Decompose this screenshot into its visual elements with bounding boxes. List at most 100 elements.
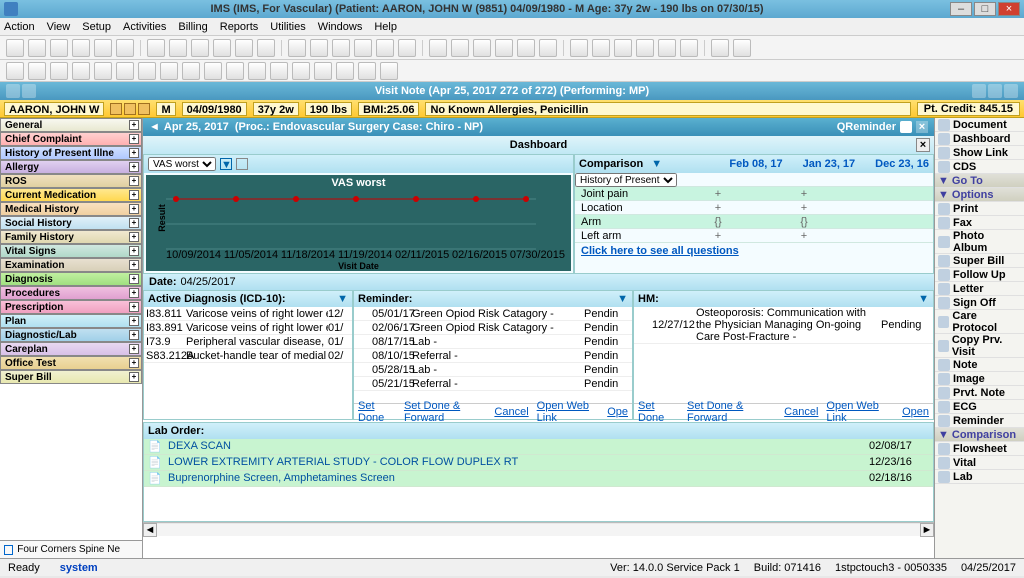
dashboard-close-icon[interactable]: × <box>916 138 930 152</box>
diag-row[interactable]: I73.9Peripheral vascular disease, unspec… <box>144 335 352 349</box>
lab-row[interactable]: 📄DEXA SCAN02/08/17 <box>144 439 933 455</box>
toolbar-button[interactable] <box>310 39 328 57</box>
subtoolbar-button[interactable] <box>292 62 310 80</box>
expand-icon[interactable]: + <box>129 176 139 186</box>
expand-icon[interactable]: + <box>129 134 139 144</box>
rnav-note[interactable]: Note <box>935 358 1024 372</box>
nav-social-history[interactable]: Social History+ <box>0 216 142 230</box>
hm-action[interactable]: Set Done <box>638 400 679 424</box>
hm-action[interactable]: Open <box>902 406 929 418</box>
subtoolbar-button[interactable] <box>6 62 24 80</box>
expand-icon[interactable]: + <box>129 344 139 354</box>
subtoolbar-button[interactable] <box>226 62 244 80</box>
toolbar-button[interactable] <box>235 39 253 57</box>
hm-row[interactable]: 12/27/12Osteoporosis: Communication with… <box>634 307 933 344</box>
expand-icon[interactable]: + <box>129 190 139 200</box>
rnav-options[interactable]: ▼ Options <box>935 188 1024 202</box>
rnav-vital[interactable]: Vital <box>935 456 1024 470</box>
diag-row[interactable]: I83.811Varicose veins of right lower ext… <box>144 307 352 321</box>
toolbar-button[interactable] <box>517 39 535 57</box>
rnav-photo-album[interactable]: Photo Album <box>935 230 1024 254</box>
comp-date[interactable]: Jan 23, 17 <box>803 158 856 170</box>
rnav-sign-off[interactable]: Sign Off <box>935 296 1024 310</box>
nav-allergy[interactable]: Allergy+ <box>0 160 142 174</box>
toolbar-button[interactable] <box>28 39 46 57</box>
toolbar-button[interactable] <box>257 39 275 57</box>
toolbar-button[interactable] <box>733 39 751 57</box>
rnav-letter[interactable]: Letter <box>935 282 1024 296</box>
toolbar-button[interactable] <box>288 39 306 57</box>
toolbar-button[interactable] <box>354 39 372 57</box>
toolbar-button[interactable] <box>570 39 588 57</box>
diag-row[interactable]: S83.212ABucket-handle tear of medial men… <box>144 349 352 363</box>
subtoolbar-button[interactable] <box>358 62 376 80</box>
rnav-document[interactable]: Document <box>935 118 1024 132</box>
expand-icon[interactable]: + <box>129 232 139 242</box>
scroll-track[interactable] <box>157 524 920 536</box>
nav-current-medication[interactable]: Current Medication+ <box>0 188 142 202</box>
menu-action[interactable]: Action <box>4 21 35 33</box>
toolbar-button[interactable] <box>376 39 394 57</box>
nav-general[interactable]: General+ <box>0 118 142 132</box>
toolbar-button[interactable] <box>50 39 68 57</box>
nav-chief-complaint[interactable]: Chief Complaint+ <box>0 132 142 146</box>
hm-action[interactable]: Set Done & Forward <box>687 400 776 424</box>
toolbar-button[interactable] <box>473 39 491 57</box>
toolbar-button[interactable] <box>711 39 729 57</box>
rnav-fax[interactable]: Fax <box>935 216 1024 230</box>
proc-nav-icon[interactable]: ◄ <box>149 121 160 133</box>
expand-icon[interactable]: + <box>129 302 139 312</box>
rem-action[interactable]: Set Done <box>358 400 396 424</box>
expand-icon[interactable]: + <box>129 148 139 158</box>
reminder-row[interactable]: 05/21/15Referral -Pendin <box>354 377 632 391</box>
vh-max-icon[interactable] <box>988 84 1002 98</box>
nav-plan[interactable]: Plan+ <box>0 314 142 328</box>
nav-careplan[interactable]: Careplan+ <box>0 342 142 356</box>
menu-setup[interactable]: Setup <box>82 21 111 33</box>
maximize-button[interactable]: □ <box>974 2 996 16</box>
rnav-lab[interactable]: Lab <box>935 470 1024 484</box>
expand-icon[interactable]: + <box>129 330 139 340</box>
subtoolbar-button[interactable] <box>138 62 156 80</box>
scroll-right-icon[interactable]: ► <box>920 523 934 537</box>
rnav-flowsheet[interactable]: Flowsheet <box>935 442 1024 456</box>
nav-diagnostic/lab[interactable]: Diagnostic/Lab+ <box>0 328 142 342</box>
expand-icon[interactable]: + <box>129 288 139 298</box>
rnav-care-protocol[interactable]: Care Protocol <box>935 310 1024 334</box>
toolbar-button[interactable] <box>614 39 632 57</box>
expand-icon[interactable]: + <box>129 162 139 172</box>
rem-action[interactable]: Ope <box>607 406 628 418</box>
subtoolbar-button[interactable] <box>314 62 332 80</box>
diag-row[interactable]: I83.891Varicose veins of right lower ext… <box>144 321 352 335</box>
facility-field[interactable] <box>17 544 138 555</box>
expand-icon[interactable]: + <box>129 218 139 228</box>
reminder-row[interactable]: 05/28/15Lab -Pendin <box>354 363 632 377</box>
adiag-filter-icon[interactable]: ▼ <box>337 293 348 305</box>
subtoolbar-button[interactable] <box>270 62 288 80</box>
toolbar-button[interactable] <box>6 39 24 57</box>
subtoolbar-button[interactable] <box>336 62 354 80</box>
nav-history-of-present-illne[interactable]: History of Present Illne+ <box>0 146 142 160</box>
rnav-copy-prv-visit[interactable]: Copy Prv. Visit <box>935 334 1024 358</box>
menu-activities[interactable]: Activities <box>123 21 166 33</box>
rnav-reminder[interactable]: Reminder <box>935 414 1024 428</box>
rnav-dashboard[interactable]: Dashboard <box>935 132 1024 146</box>
vh-icon[interactable] <box>6 84 20 98</box>
lab-row[interactable]: 📄LOWER EXTREMITY ARTERIAL STUDY - COLOR … <box>144 455 933 471</box>
subtoolbar-button[interactable] <box>50 62 68 80</box>
subtoolbar-button[interactable] <box>160 62 178 80</box>
nav-examination[interactable]: Examination+ <box>0 258 142 272</box>
chart-selector[interactable]: VAS worst <box>148 157 216 171</box>
rnav-super-bill[interactable]: Super Bill <box>935 254 1024 268</box>
toolbar-button[interactable] <box>116 39 134 57</box>
toolbar-button[interactable] <box>636 39 654 57</box>
menu-utilities[interactable]: Utilities <box>270 21 305 33</box>
subtoolbar-button[interactable] <box>72 62 90 80</box>
subtoolbar-button[interactable] <box>94 62 112 80</box>
rnav-image[interactable]: Image <box>935 372 1024 386</box>
nav-office-test[interactable]: Office Test+ <box>0 356 142 370</box>
reminder-row[interactable]: 08/10/15Referral -Pendin <box>354 349 632 363</box>
vh-icon[interactable] <box>22 84 36 98</box>
expand-icon[interactable]: + <box>129 316 139 326</box>
subtoolbar-button[interactable] <box>116 62 134 80</box>
